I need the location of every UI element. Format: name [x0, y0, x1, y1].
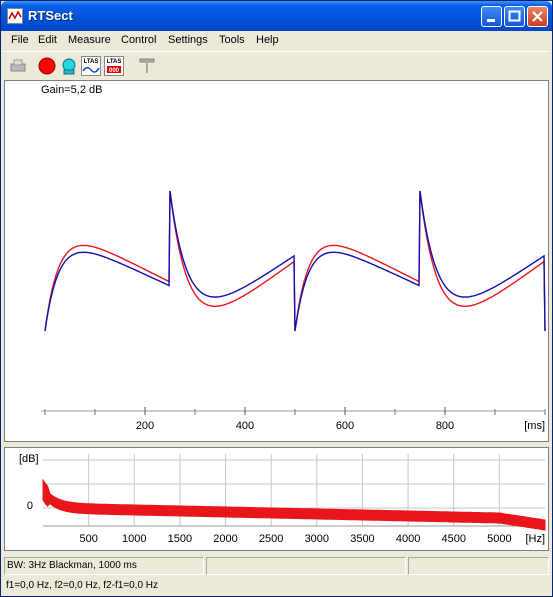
- record-icon: [38, 57, 56, 75]
- ltas-curve-button[interactable]: LTAS: [81, 56, 101, 76]
- close-icon: [532, 11, 543, 22]
- app-window: RTSect File Edit Measure Control Setting…: [0, 0, 553, 597]
- menu-control[interactable]: Control: [121, 34, 156, 46]
- menu-tools[interactable]: Tools: [219, 34, 245, 46]
- minimize-icon: [487, 19, 495, 22]
- x-tick-label: 200: [136, 420, 154, 432]
- x-tick-label: 800: [436, 420, 454, 432]
- x-unit-label: [ms]: [524, 420, 545, 432]
- marker-icon: [139, 58, 155, 73]
- ltas2-sub-label: 000: [109, 68, 120, 74]
- ltas-number-icon: LTAS 000: [104, 56, 124, 76]
- spectrum-x-tick-label: 2000: [213, 533, 237, 545]
- waveform-chart[interactable]: Gain=5,2 dB 200 400 600 800 [ms]: [5, 81, 548, 441]
- spectrum-x-tick-label: 3500: [350, 533, 374, 545]
- marker-button[interactable]: [137, 56, 157, 76]
- spectrum-chart[interactable]: [dB] 0 500 1000 1500 2000 2500 3000 3500 4000 45…: [5, 448, 548, 550]
- y-tick-0: 0: [27, 500, 33, 512]
- spectrum-x-tick-label: 4500: [441, 533, 465, 545]
- status-bandwidth: BW: 3Hz Blackman, 1000 ms: [4, 557, 204, 575]
- y-unit-label: [dB]: [19, 453, 39, 465]
- status-empty-2: [408, 557, 549, 575]
- status-empty-1: [206, 557, 406, 575]
- print-button[interactable]: [8, 56, 28, 76]
- menu-measure[interactable]: Measure: [68, 34, 111, 46]
- ltas1-label: LTAS: [84, 59, 99, 65]
- spectrum-panel[interactable]: [dB] 0 500 1000 1500 2000 2500 3000 3500 4000 45…: [4, 447, 549, 551]
- menu-file[interactable]: File: [11, 34, 29, 46]
- lamp-icon: [62, 58, 76, 75]
- ltas2-label: LTAS: [107, 59, 122, 65]
- window-title: RTSect: [28, 8, 73, 23]
- waveform-panel[interactable]: Gain=5,2 dB 200 400 600 800 [ms]: [4, 80, 549, 442]
- maximize-icon: [508, 10, 521, 22]
- menu-settings[interactable]: Settings: [168, 34, 208, 46]
- status-bar-2: f1=0,0 Hz, f2=0,0 Hz, f2-f1=0,0 Hz: [4, 577, 549, 596]
- spectrum-x-unit: [Hz]: [525, 533, 545, 545]
- spectrum-x-tick-label: 5000: [487, 533, 511, 545]
- x-tick-label: 600: [336, 420, 354, 432]
- minimize-button[interactable]: [481, 6, 502, 27]
- status-frequency: f1=0,0 Hz, f2=0,0 Hz, f2-f1=0,0 Hz: [6, 580, 159, 591]
- gain-label: Gain=5,2 dB: [41, 84, 102, 96]
- record-button[interactable]: [37, 56, 57, 76]
- spectrum-x-tick-label: 4000: [396, 533, 420, 545]
- menu-edit[interactable]: Edit: [38, 34, 57, 46]
- ltas-number-button[interactable]: LTAS 000: [104, 56, 124, 76]
- spectrum-x-tick-label: 2500: [259, 533, 283, 545]
- monitor-button[interactable]: [59, 56, 79, 76]
- toolbar: LTAS LTAS 000: [4, 51, 549, 80]
- spectrum-x-tick-label: 1500: [168, 533, 192, 545]
- status-bar: BW: 3Hz Blackman, 1000 ms: [4, 557, 549, 576]
- close-button[interactable]: [527, 6, 548, 27]
- ltas-curve-icon: LTAS: [81, 56, 101, 76]
- printer-icon: [10, 59, 26, 72]
- spectrum-x-tick-label: 1000: [122, 533, 146, 545]
- spectrum-x-tick-label: 500: [79, 533, 97, 545]
- menu-bar: File Edit Measure Control Settings Tools…: [4, 31, 549, 50]
- maximize-button[interactable]: [504, 6, 525, 27]
- x-tick-label: 400: [236, 420, 254, 432]
- menu-help[interactable]: Help: [256, 34, 279, 46]
- spectrum-x-tick-label: 3000: [305, 533, 329, 545]
- app-icon: [7, 8, 23, 24]
- title-bar[interactable]: RTSect: [1, 1, 552, 31]
